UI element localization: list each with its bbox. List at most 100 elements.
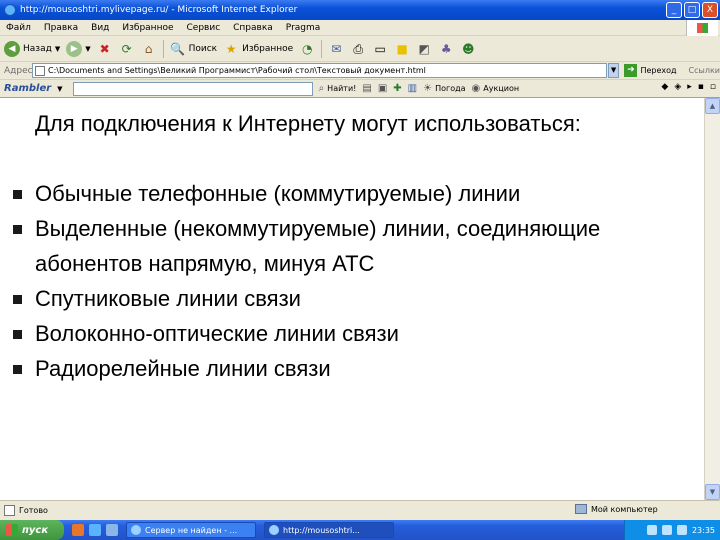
status-text: Готово	[19, 506, 48, 515]
rambler-icon[interactable]: ▪	[698, 82, 704, 92]
list-item: Волоконно-оптические линии связи	[0, 316, 690, 351]
back-label: Назад	[23, 43, 52, 54]
rambler-icon[interactable]: ▣	[378, 83, 387, 94]
address-input[interactable]: C:\Documents and Settings\Великий Програ…	[32, 63, 607, 78]
links-label[interactable]: Ссылки	[689, 66, 720, 75]
address-dropdown-button[interactable]: ▼	[607, 63, 620, 78]
rambler-auction-button[interactable]: ◉ Аукцион	[472, 83, 520, 94]
print-icon[interactable]: ⎙	[350, 41, 366, 57]
standard-toolbar: ◀ Назад ▼ ▶ ▼ ✖ ⟳ ⌂ 🔍 Поиск ★ Избранное …	[0, 36, 720, 62]
window-titlebar[interactable]: http://mousoshtri.mylivepage.ru/ - Micro…	[0, 0, 720, 20]
rambler-icon[interactable]: ✚	[393, 83, 401, 94]
research-icon[interactable]: ♣	[438, 41, 454, 57]
search-icon: 🔍	[170, 41, 186, 56]
ie-logo-icon	[269, 525, 279, 535]
windows-flag-icon	[6, 524, 18, 536]
tray-icon[interactable]	[676, 525, 687, 535]
address-label: Адрес:	[4, 65, 36, 76]
rambler-search-input[interactable]	[72, 81, 313, 96]
tray-icon[interactable]	[661, 525, 672, 535]
show-desktop-icon[interactable]	[106, 524, 118, 536]
task-label: http://mousoshtri...	[283, 525, 360, 535]
list-item-text: Выделенные (некоммутируемые) линии, соед…	[35, 216, 601, 276]
taskbar: пуск Сервер не найден - ... http://mouso…	[0, 520, 720, 540]
square-bullet-icon	[13, 365, 22, 374]
favorites-star-icon: ★	[225, 41, 237, 56]
ie-logo-icon	[131, 525, 141, 535]
messenger-icon[interactable]: ◩	[416, 41, 432, 57]
toolbar-divider	[321, 39, 323, 58]
menu-help[interactable]: Справка	[233, 23, 273, 33]
home-icon[interactable]: ⌂	[141, 41, 157, 57]
bullet-list: Обычные телефонные (коммутируемые) линии…	[0, 176, 690, 386]
toolbar-divider	[162, 39, 164, 58]
forward-button[interactable]: ▶ ▼	[66, 39, 91, 59]
history-icon[interactable]: ◔	[299, 41, 315, 57]
back-button[interactable]: ◀ Назад ▼	[4, 39, 60, 59]
rambler-icon[interactable]: ◆	[661, 82, 668, 92]
menu-pragma[interactable]: Pragma	[286, 23, 320, 33]
edit-icon[interactable]: ▭	[372, 41, 388, 57]
list-item: Радиорелейные линии связи	[0, 351, 690, 386]
minimize-button[interactable]: _	[666, 2, 682, 18]
list-item-text: Спутниковые линии связи	[35, 286, 301, 311]
chevron-down-icon: ▼	[85, 44, 91, 53]
window-controls: _ □ X	[666, 2, 718, 18]
maximize-button[interactable]: □	[684, 2, 700, 18]
quick-launch	[72, 524, 118, 536]
taskbar-task[interactable]: Сервер не найден - ...	[126, 522, 256, 538]
menu-view[interactable]: Вид	[91, 23, 109, 33]
ie-logo-icon	[4, 4, 16, 16]
rambler-icon[interactable]: ◈	[674, 82, 681, 92]
tray-icon[interactable]	[646, 525, 657, 535]
taskbar-task[interactable]: http://mousoshtri...	[264, 522, 394, 538]
page-icon	[4, 505, 15, 516]
windows-flag-icon	[697, 23, 708, 33]
rambler-find-button[interactable]: ⌕ Найти!	[319, 83, 357, 94]
close-button[interactable]: X	[702, 2, 718, 18]
stop-icon[interactable]: ✖	[97, 41, 113, 57]
scroll-up-button[interactable]: ▲	[705, 98, 720, 114]
rambler-extra-icons: ◆ ◈ ▸ ▪ ▫	[661, 82, 716, 92]
list-item-text: Волоконно-оптические линии связи	[35, 321, 399, 346]
content-heading: Для подключения к Интернету могут исполь…	[35, 111, 581, 136]
rambler-weather-button[interactable]: ☀ Погода	[423, 83, 465, 94]
mail-icon[interactable]: ✉	[328, 41, 344, 57]
security-zone: Мой компьютер	[575, 504, 658, 514]
back-arrow-icon: ◀	[4, 40, 20, 57]
start-button[interactable]: пуск	[0, 520, 64, 540]
computer-icon	[575, 504, 587, 514]
rambler-logo[interactable]: Rambler	[4, 83, 51, 94]
firefox-icon[interactable]	[72, 524, 84, 536]
go-button[interactable]: ➜ Переход	[624, 64, 677, 77]
rambler-icon[interactable]: ▤	[362, 83, 371, 94]
window-title: http://mousoshtri.mylivepage.ru/ - Micro…	[20, 5, 298, 15]
task-label: Сервер не найден - ...	[145, 525, 238, 535]
rambler-weather-label: Погода	[435, 84, 466, 93]
refresh-icon[interactable]: ⟳	[119, 41, 135, 57]
menu-file[interactable]: Файл	[6, 23, 31, 33]
status-bar: Готово Мой компьютер	[0, 500, 720, 520]
menu-edit[interactable]: Правка	[44, 23, 78, 33]
square-bullet-icon	[13, 190, 22, 199]
auction-icon: ◉	[471, 83, 481, 94]
users-icon[interactable]: ☻	[460, 41, 476, 57]
vertical-scrollbar[interactable]: ▲ ▼	[704, 98, 720, 500]
rambler-icon[interactable]: ▫	[710, 82, 716, 92]
menu-tools[interactable]: Сервис	[187, 23, 221, 33]
rambler-icon[interactable]: ▸	[687, 82, 692, 92]
search-icon: ⌕	[318, 83, 325, 94]
rambler-auction-label: Аукцион	[483, 84, 520, 93]
note-icon[interactable]: ■	[394, 41, 410, 57]
chevron-down-icon[interactable]: ▼	[57, 85, 62, 93]
ie-logo-icon[interactable]	[89, 524, 101, 536]
menu-favorites[interactable]: Избранное	[122, 23, 173, 33]
square-bullet-icon	[13, 295, 22, 304]
favorites-button[interactable]: ★ Избранное	[223, 39, 294, 59]
list-item: Спутниковые линии связи	[0, 281, 690, 316]
rambler-icon[interactable]: ▥	[408, 83, 417, 94]
list-item-text: Радиорелейные линии связи	[35, 356, 331, 381]
scroll-down-button[interactable]: ▼	[705, 484, 720, 500]
search-button[interactable]: 🔍 Поиск	[170, 39, 217, 59]
list-item: Обычные телефонные (коммутируемые) линии	[0, 176, 690, 211]
